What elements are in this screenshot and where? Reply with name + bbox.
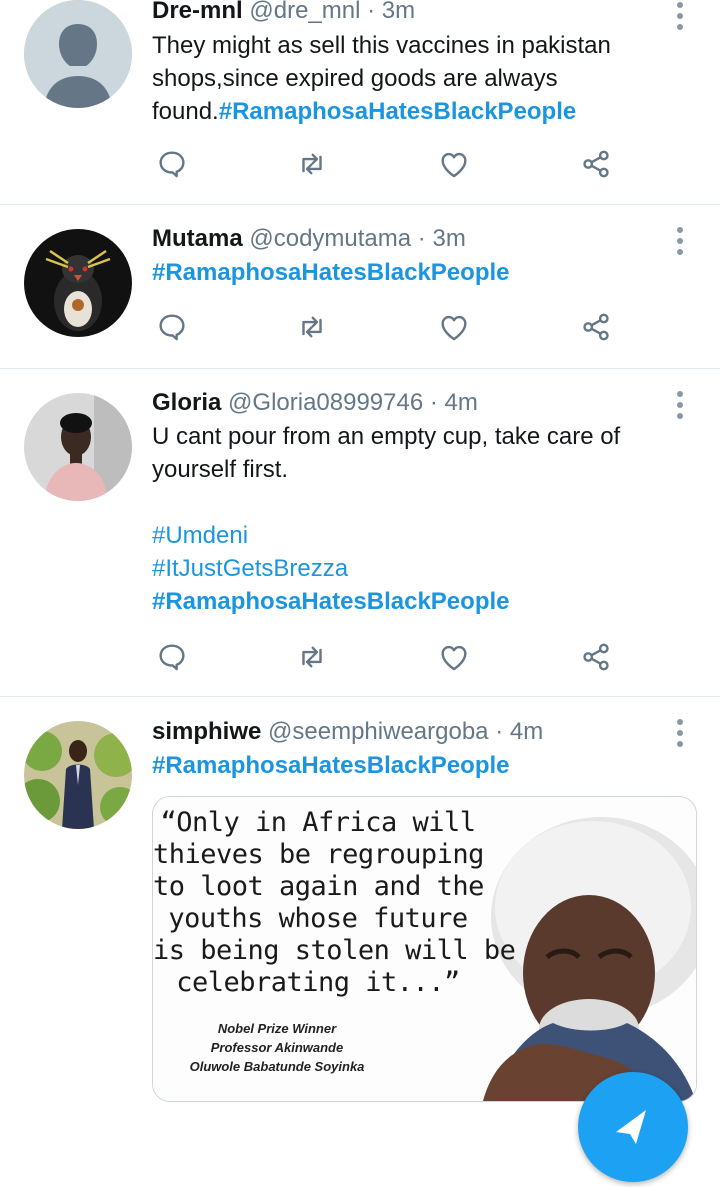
retweet-button[interactable] bbox=[292, 144, 332, 184]
hashtag-link[interactable]: #Umdeni bbox=[152, 519, 692, 552]
separator-dot: · bbox=[495, 718, 504, 745]
separator-dot: · bbox=[429, 389, 438, 416]
like-icon bbox=[441, 152, 467, 178]
reply-button[interactable] bbox=[152, 144, 192, 184]
timestamp[interactable]: 3m bbox=[382, 0, 415, 24]
tweet-header: Dre-mnl @dre_mnl · 3m bbox=[152, 0, 415, 24]
tweet-text-fragment: found. bbox=[152, 98, 219, 125]
username[interactable]: @codymutama bbox=[249, 225, 411, 252]
like-icon bbox=[441, 645, 467, 671]
quote-line: is being stolen will be bbox=[153, 935, 516, 966]
share-button[interactable] bbox=[576, 637, 616, 677]
display-name[interactable]: Gloria bbox=[152, 389, 221, 416]
display-name[interactable]: Mutama bbox=[152, 225, 243, 252]
username[interactable]: @dre_mnl bbox=[249, 0, 360, 24]
tweet-media-image[interactable]: “Only in Africa will thieves be regroupi… bbox=[152, 796, 697, 1102]
tweet-2[interactable]: Mutama @codymutama · 3m #RamaphosaHatesB… bbox=[0, 205, 720, 369]
more-icon[interactable] bbox=[666, 719, 694, 753]
tweet-3[interactable]: Gloria @Gloria08999746 · 4m U cant pour … bbox=[0, 369, 720, 697]
share-button[interactable] bbox=[576, 144, 616, 184]
tweet-text: U cant pour from an empty cup, take care… bbox=[152, 420, 692, 618]
image-credit: Nobel Prize Winner Professor Akinwande O… bbox=[157, 1019, 397, 1076]
image-quote: “Only in Africa will thieves be regroupi… bbox=[153, 807, 516, 999]
quote-line: thieves be regrouping bbox=[153, 839, 484, 870]
compose-button[interactable] bbox=[578, 1072, 688, 1182]
tweet-text-line: They might as sell this vaccines in paki… bbox=[152, 32, 611, 59]
username[interactable]: @seemphiweargoba bbox=[268, 718, 489, 745]
tweet-text-line: shops,since expired goods are always bbox=[152, 65, 558, 92]
separator-dot: · bbox=[367, 0, 376, 24]
credit-line: Oluwole Babatunde Soyinka bbox=[189, 1059, 365, 1074]
compose-icon bbox=[616, 1110, 646, 1144]
tweet-1[interactable]: Dre-mnl @dre_mnl · 3m They might as sell… bbox=[0, 0, 720, 205]
hashtag-link[interactable]: #RamaphosaHatesBlackPeople bbox=[152, 749, 692, 782]
hashtag-link[interactable]: #RamaphosaHatesBlackPeople bbox=[152, 585, 692, 618]
tweet-text: They might as sell this vaccines in paki… bbox=[152, 29, 692, 128]
tweet-header: Gloria @Gloria08999746 · 4m bbox=[152, 387, 478, 419]
retweet-icon bbox=[302, 646, 322, 668]
reply-button[interactable] bbox=[152, 637, 192, 677]
reply-button[interactable] bbox=[152, 307, 192, 347]
share-icon bbox=[583, 643, 609, 671]
quote-line: to loot again and the bbox=[153, 871, 484, 902]
tweet-header: Mutama @codymutama · 3m bbox=[152, 223, 466, 255]
tweet-text-line: yourself first. bbox=[152, 456, 289, 483]
credit-line: Professor Akinwande bbox=[210, 1040, 344, 1055]
retweet-button[interactable] bbox=[292, 307, 332, 347]
like-button[interactable] bbox=[434, 144, 474, 184]
tweet-actions bbox=[152, 637, 622, 677]
retweet-button[interactable] bbox=[292, 637, 332, 677]
avatar[interactable] bbox=[24, 393, 132, 501]
tweet-header: simphiwe @seemphiweargoba · 4m bbox=[152, 716, 543, 748]
display-name[interactable]: Dre-mnl bbox=[152, 0, 243, 24]
like-button[interactable] bbox=[434, 637, 474, 677]
tweet-text: #RamaphosaHatesBlackPeople bbox=[152, 256, 692, 289]
like-icon bbox=[441, 315, 467, 341]
timestamp[interactable]: 4m bbox=[445, 389, 478, 416]
avatar[interactable] bbox=[24, 229, 132, 337]
separator-dot: · bbox=[417, 225, 426, 252]
avatar[interactable] bbox=[24, 0, 132, 108]
quote-line: “Only in Africa will bbox=[160, 807, 476, 838]
retweet-icon bbox=[302, 316, 322, 338]
tweet-text-line: U cant pour from an empty cup, take care… bbox=[152, 423, 621, 450]
share-icon bbox=[583, 313, 609, 341]
share-button[interactable] bbox=[576, 307, 616, 347]
hashtag-link[interactable]: #RamaphosaHatesBlackPeople bbox=[219, 98, 577, 125]
like-button[interactable] bbox=[434, 307, 474, 347]
tweet-text-line: found.#RamaphosaHatesBlackPeople bbox=[152, 95, 692, 128]
quote-line: celebrating it...” bbox=[176, 967, 460, 998]
retweet-icon bbox=[302, 153, 322, 175]
username[interactable]: @Gloria08999746 bbox=[228, 389, 423, 416]
reply-icon bbox=[159, 151, 185, 178]
reply-icon bbox=[159, 644, 185, 671]
hashtag-link[interactable]: #RamaphosaHatesBlackPeople bbox=[152, 256, 692, 289]
display-name[interactable]: simphiwe bbox=[152, 718, 261, 745]
share-icon bbox=[583, 150, 609, 178]
avatar[interactable] bbox=[24, 721, 132, 829]
tweet-actions bbox=[152, 144, 622, 184]
quote-line: youths whose future bbox=[168, 903, 468, 934]
reply-icon bbox=[159, 314, 185, 341]
timestamp[interactable]: 3m bbox=[432, 225, 465, 252]
tweet-text: #RamaphosaHatesBlackPeople bbox=[152, 749, 692, 782]
timestamp[interactable]: 4m bbox=[510, 718, 543, 745]
hashtag-link[interactable]: #ItJustGetsBrezza bbox=[152, 552, 692, 585]
tweet-actions bbox=[152, 307, 622, 347]
credit-line: Nobel Prize Winner bbox=[217, 1021, 337, 1036]
